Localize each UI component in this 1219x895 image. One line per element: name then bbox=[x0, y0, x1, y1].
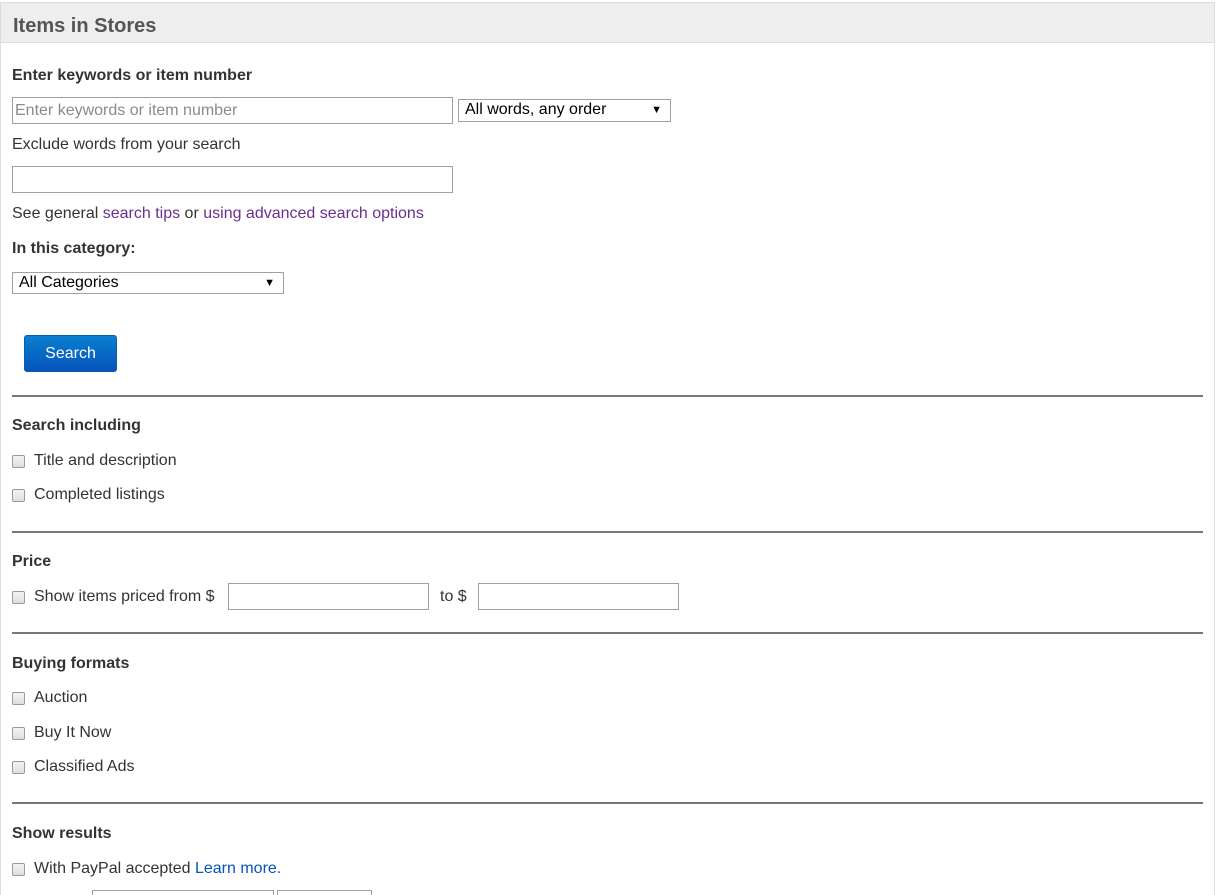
paypal-accepted-label: With PayPal accepted bbox=[34, 860, 191, 877]
buy-it-now-checkbox[interactable] bbox=[12, 727, 25, 740]
title-description-label: Title and description bbox=[34, 452, 177, 469]
exclude-input[interactable] bbox=[12, 166, 453, 193]
search-button[interactable]: Search bbox=[24, 335, 117, 372]
keywords-label: Enter keywords or item number bbox=[12, 67, 253, 84]
panel-header: Items in Stores bbox=[1, 3, 1214, 43]
price-max-input[interactable] bbox=[478, 583, 679, 610]
search-tips-line: See general search tips or using advance… bbox=[12, 205, 424, 223]
exclude-label: Exclude words from your search bbox=[12, 136, 241, 153]
completed-listings-label: Completed listings bbox=[34, 486, 165, 503]
auction-checkbox[interactable] bbox=[12, 692, 25, 705]
cutoff-select[interactable] bbox=[277, 890, 372, 895]
tips-prefix: See general bbox=[12, 205, 103, 222]
completed-listings-checkbox[interactable] bbox=[12, 489, 25, 502]
category-select[interactable]: All Categories ▼ bbox=[12, 272, 284, 294]
classified-ads-checkbox[interactable] bbox=[12, 761, 25, 774]
keyword-match-value: All words, any order bbox=[465, 101, 607, 118]
section-divider bbox=[12, 632, 1203, 634]
tips-middle: or bbox=[180, 205, 204, 222]
title-description-checkbox[interactable] bbox=[12, 455, 25, 468]
keywords-input[interactable] bbox=[12, 97, 453, 124]
paypal-accepted-checkbox[interactable] bbox=[12, 863, 25, 876]
panel-title: Items in Stores bbox=[13, 15, 157, 37]
cutoff-input[interactable] bbox=[92, 890, 274, 895]
section-divider bbox=[12, 531, 1203, 533]
paypal-learn-more-link[interactable]: Learn more. bbox=[195, 860, 281, 877]
show-results-heading: Show results bbox=[12, 825, 112, 842]
price-to-label: to $ bbox=[440, 588, 467, 605]
buying-formats-heading: Buying formats bbox=[12, 655, 130, 672]
price-range-checkbox[interactable] bbox=[12, 591, 25, 604]
dropdown-caret-icon: ▼ bbox=[651, 104, 662, 116]
price-min-input[interactable] bbox=[228, 583, 429, 610]
keyword-match-select[interactable]: All words, any order ▼ bbox=[458, 99, 671, 122]
classified-ads-label: Classified Ads bbox=[34, 758, 135, 775]
section-divider bbox=[12, 395, 1203, 397]
search-including-heading: Search including bbox=[12, 417, 141, 434]
section-divider bbox=[12, 802, 1203, 804]
auction-label: Auction bbox=[34, 689, 88, 706]
buy-it-now-label: Buy It Now bbox=[34, 724, 112, 741]
paypal-accepted-line: With PayPal accepted Learn more. bbox=[34, 860, 281, 878]
category-value: All Categories bbox=[19, 274, 119, 291]
search-tips-link[interactable]: search tips bbox=[103, 205, 180, 222]
price-from-label: Show items priced from $ bbox=[34, 588, 215, 605]
dropdown-caret-icon: ▼ bbox=[264, 277, 275, 289]
price-heading: Price bbox=[12, 553, 52, 570]
category-label: In this category: bbox=[12, 240, 136, 257]
advanced-search-options-link[interactable]: using advanced search options bbox=[203, 205, 424, 222]
